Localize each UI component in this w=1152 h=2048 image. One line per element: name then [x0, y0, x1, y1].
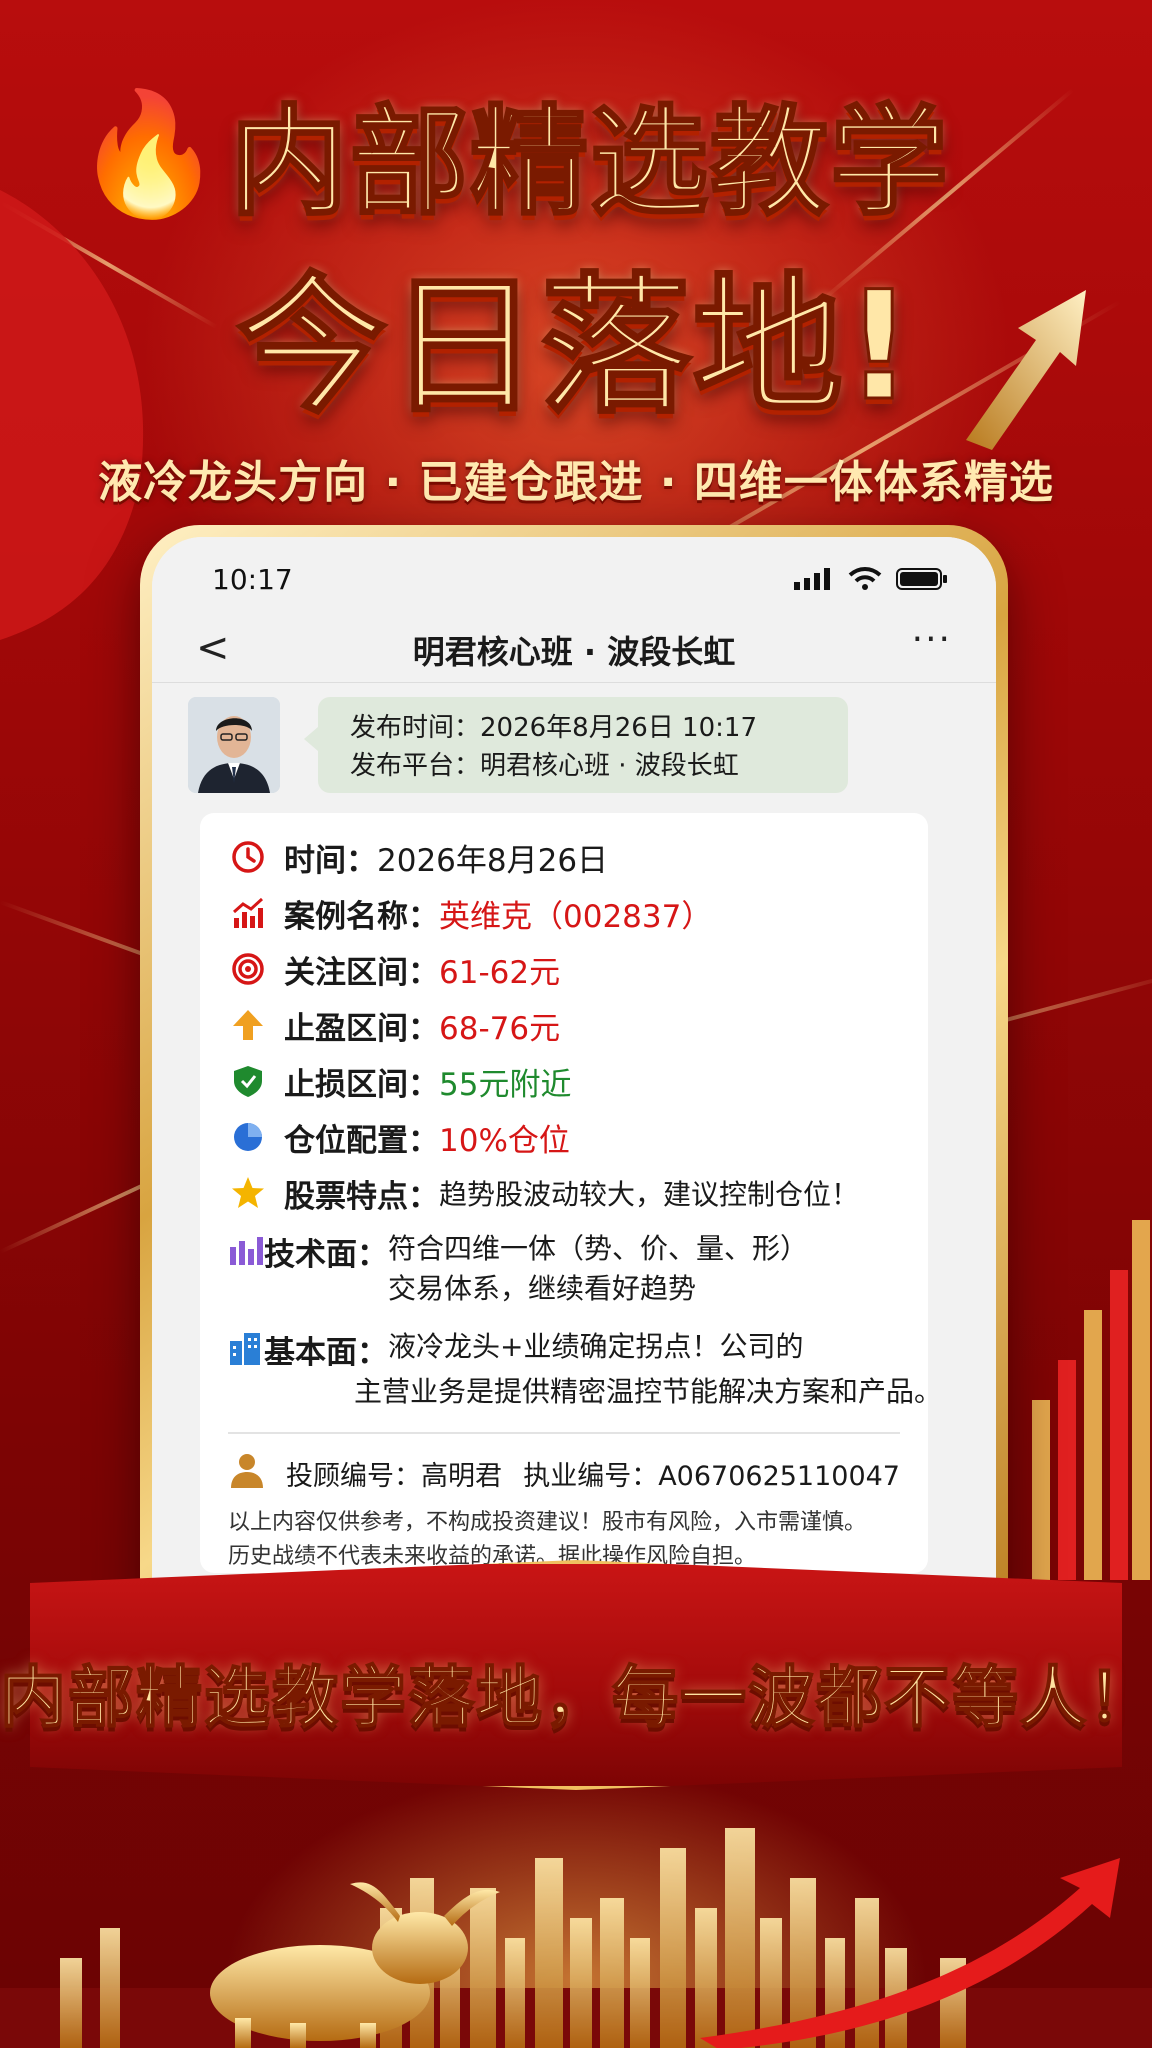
fund-label: 基本面：	[264, 1335, 388, 1371]
headline-line1: 内部精选教学	[228, 92, 951, 233]
tech-line1: 符合四维一体（势、价、量、形）	[388, 1232, 809, 1265]
nav-title: 明君核心班 · 波段长虹	[412, 633, 736, 671]
tech-text: 符合四维一体（势、价、量、形） 交易体系，继续看好趋势	[388, 1229, 808, 1309]
pie-chart-icon	[228, 1117, 268, 1157]
disclaimer-line1: 以上内容仅供参考，不构成投资建议！股市有风险，入市需谨慎。	[228, 1510, 867, 1535]
feature-label: 股票特点：	[284, 1178, 439, 1215]
status-icons	[794, 567, 948, 591]
battery-icon	[896, 568, 947, 590]
position-label: 仓位配置：	[284, 1122, 439, 1159]
city-skyline	[0, 1828, 1152, 2048]
candlestick-icon	[228, 1233, 264, 1271]
stop-loss-label: 止损区间：	[284, 1066, 439, 1103]
trend-chart-icon	[228, 893, 268, 933]
message-bubble: 发布时间：2026年8月26日 10:17 发布平台：明君核心班 · 波段长虹	[304, 697, 848, 793]
fund-line2: 主营业务是提供精密温控节能解决方案和产品。	[354, 1375, 943, 1408]
case-label: 案例名称：	[284, 898, 439, 935]
shield-icon	[228, 1061, 268, 1101]
time-label: 时间：	[284, 842, 377, 879]
status-bar: 10:17	[152, 537, 996, 613]
tech-label: 技术面：	[264, 1237, 388, 1273]
publish-time: 发布时间：2026年8月26日 10:17	[350, 713, 757, 743]
headline-line2: 今日落地!	[235, 260, 916, 434]
time-row: 时间： 2026年8月26日	[228, 829, 900, 885]
advisor-row: 投顾编号：高明君 执业编号：A0670625110047	[228, 1446, 900, 1500]
star-icon	[228, 1173, 268, 1213]
tech-row: 技术面： 符合四维一体（势、价、量、形） 交易体系，继续看好趋势	[228, 1229, 900, 1309]
arrow-up-icon	[966, 290, 1086, 450]
phone-frame: 10:17 < 明君核心班 · 波段长虹 ··· 发布时间：2026年8月26日…	[140, 525, 1008, 1655]
message-row: 发布时间：2026年8月26日 10:17 发布平台：明君核心班 · 波段长虹	[152, 683, 996, 803]
focus-value: 61-62元	[439, 954, 561, 991]
publish-platform: 发布平台：明君核心班 · 波段长虹	[350, 751, 739, 781]
target-icon	[228, 949, 268, 989]
advisor-id: 投顾编号：高明君	[286, 1460, 502, 1492]
feature-row: 股票特点： 趋势股波动较大，建议控制仓位！	[228, 1165, 900, 1221]
take-profit-label: 止盈区间：	[284, 1010, 439, 1047]
position-row: 仓位配置： 10%仓位	[228, 1109, 900, 1165]
phone-screen: 10:17 < 明君核心班 · 波段长虹 ··· 发布时间：2026年8月26日…	[152, 537, 996, 1643]
feature-value: 趋势股波动较大，建议控制仓位！	[439, 1178, 860, 1211]
case-row: 案例名称： 英维克（002837）	[228, 885, 900, 941]
take-profit-value: 68-76元	[439, 1010, 561, 1047]
nav-bar: < 明君核心班 · 波段长虹 ···	[152, 613, 996, 683]
up-arrow-icon	[228, 1005, 268, 1045]
signal-icon	[794, 568, 830, 590]
info-card: 时间： 2026年8月26日 案例名称： 英维克（002837） 关注区间： 6…	[200, 813, 943, 1573]
bar-chart-decoration	[1032, 1220, 1150, 1580]
building-icon	[228, 1331, 264, 1369]
case-value: 英维克（002837）	[439, 898, 713, 935]
fire-icon: 🔥	[74, 85, 224, 224]
person-icon	[228, 1452, 266, 1495]
banner-text: 内部精选教学落地，每一波都不等人！	[0, 1658, 1152, 1737]
time-value: 2026年8月26日	[377, 842, 609, 879]
stop-loss-value: 55元附近	[439, 1066, 572, 1103]
avatar[interactable]	[188, 697, 280, 793]
fund-text: 液冷龙头+业绩确定拐点！公司的	[388, 1327, 803, 1367]
status-time: 10:17	[212, 563, 293, 596]
tech-line2: 交易体系，继续看好趋势	[388, 1272, 697, 1305]
license-id: 执业编号：A0670625110047	[523, 1460, 900, 1492]
focus-label: 关注区间：	[284, 954, 439, 991]
focus-row: 关注区间： 61-62元	[228, 941, 900, 997]
fund-row: 基本面： 液冷龙头+业绩确定拐点！公司的	[228, 1327, 900, 1372]
take-profit-row: 止盈区间： 68-76元	[228, 997, 900, 1053]
more-button[interactable]: ···	[912, 619, 952, 660]
wifi-icon	[848, 567, 882, 590]
clock-icon	[228, 837, 268, 877]
position-value: 10%仓位	[439, 1122, 570, 1159]
fund-line1: 液冷龙头+业绩确定拐点！公司的	[388, 1330, 804, 1363]
stop-loss-row: 止损区间： 55元附近	[228, 1053, 900, 1109]
headline-subtitle: 液冷龙头方向 · 已建仓跟进 · 四维一体体系精选	[98, 457, 1054, 508]
divider	[228, 1432, 900, 1434]
